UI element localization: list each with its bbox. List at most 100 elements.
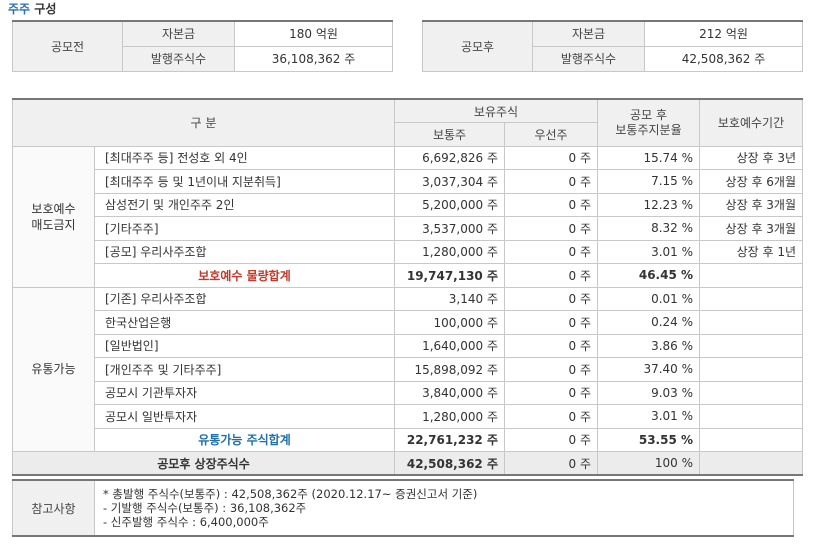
subtotal-lockup-common: 19,747,130 주	[394, 263, 505, 288]
row-ratio: 15.74 %	[597, 145, 701, 170]
shareholder-table: 구 분 보유주식 공모 후 보통주지분율 보호예수기간 보통주 우선주 보호예수…	[12, 98, 804, 476]
section-title-part2: 구성	[34, 2, 57, 16]
header-ratio-line2: 보통주지분율	[615, 122, 682, 137]
row-preferred: 0 주	[503, 310, 599, 335]
group-label-lockup-line2: 매도금지	[31, 217, 76, 232]
capital-before-value-shares: 36,108,362 주	[234, 45, 393, 72]
row-common: 5,200,000 주	[394, 192, 505, 217]
group-label-tradable-line1: 유통가능	[31, 362, 76, 377]
capital-after-value-shares: 42,508,362 주	[644, 45, 803, 72]
capital-before-label-capital: 자본금	[122, 20, 235, 47]
notes-header: 참고사항	[12, 479, 95, 537]
subtotal-tradable-name: 유통가능 주식합계	[94, 427, 395, 452]
row-name: 한국산업은행	[94, 310, 395, 335]
subtotal-row: 유통가능 주식합계 22,761,232 주 0 주 53.55 %	[13, 427, 804, 452]
row-ratio: 7.15 %	[597, 169, 701, 194]
row-common: 3,537,000 주	[394, 216, 505, 241]
capital-before-value-capital: 180 억원	[234, 20, 393, 47]
row-preferred: 0 주	[503, 169, 599, 194]
subtotal-tradable-preferred: 0 주	[503, 427, 599, 452]
row-lockup	[699, 333, 804, 358]
row-name: [기타주주]	[94, 216, 395, 241]
header-lockup: 보호예수기간	[699, 98, 804, 147]
total-row: 공모후 상장주식수 42,508,362 주 0 주 100 %	[12, 451, 804, 476]
row-ratio: 9.03 %	[597, 380, 701, 405]
row-preferred: 0 주	[503, 357, 599, 382]
row-ratio: 0.24 %	[597, 310, 701, 335]
group-label-lockup: 보호예수 매도금지	[12, 145, 95, 288]
subtotal-lockup-ratio: 46.45 %	[597, 263, 701, 288]
table-row: [기타주주] 3,537,000 주 0 주 8.32 % 상장 후 3개월	[13, 216, 804, 241]
capital-after-header: 공모후	[422, 20, 533, 72]
notes-content: * 총발행 주식수(보통주) : 42,508,362주 (2020.12.17…	[94, 479, 794, 537]
row-ratio: 0.01 %	[597, 286, 701, 311]
notes-line: - 신주발행 주식수 : 6,400,000주	[103, 515, 269, 529]
table-row: [최대주주 등 및 1년이내 지분취득] 3,037,304 주 0 주 7.1…	[13, 169, 804, 194]
total-ratio: 100 %	[597, 451, 701, 476]
row-common: 15,898,092 주	[394, 357, 505, 382]
notes-line: - 기발행 주식수(보통주) : 36,108,362주	[103, 501, 307, 515]
capital-before-label-shares: 발행주식수	[122, 45, 235, 72]
row-preferred: 0 주	[503, 380, 599, 405]
row-name: [개인주주 및 기타주주]	[94, 357, 395, 382]
capital-before-header: 공모전	[12, 20, 123, 72]
capital-after-table: 공모후 자본금 212 억원 발행주식수 42,508,362 주	[422, 20, 803, 72]
capital-before-table: 공모전 자본금 180 억원 발행주식수 36,108,362 주	[12, 20, 393, 72]
row-lockup: 상장 후 3개월	[699, 192, 804, 217]
row-name: 삼성전기 및 개인주주 2인	[94, 192, 395, 217]
row-name: [최대주주 등] 전성호 외 4인	[94, 145, 395, 170]
row-lockup	[699, 310, 804, 335]
section-title: 주주 구성	[8, 0, 56, 18]
header-category: 구 분	[12, 98, 395, 147]
row-common: 3,037,304 주	[394, 169, 505, 194]
total-lockup	[699, 451, 804, 476]
table-row: 한국산업은행 100,000 주 0 주 0.24 %	[13, 310, 804, 335]
row-preferred: 0 주	[503, 333, 599, 358]
total-preferred: 0 주	[503, 451, 599, 476]
subtotal-tradable-common: 22,761,232 주	[394, 427, 505, 452]
table-row: 공모시 일반투자자 1,280,000 주 0 주 3.01 %	[13, 404, 804, 429]
table-row: 보호예수 매도금지 [최대주주 등] 전성호 외 4인 6,692,826 주 …	[12, 145, 804, 288]
subtotal-tradable-ratio: 53.55 %	[597, 427, 701, 452]
table-row: [일반법인] 1,640,000 주 0 주 3.86 %	[13, 333, 804, 358]
row-ratio: 3.01 %	[597, 404, 701, 429]
row-common: 6,692,826 주	[394, 145, 505, 170]
row-lockup: 상장 후 6개월	[699, 169, 804, 194]
row-common: 1,280,000 주	[394, 239, 505, 264]
row-lockup	[699, 286, 804, 311]
table-row: [개인주주 및 기타주주] 15,898,092 주 0 주 37.40 %	[13, 357, 804, 382]
row-common: 1,640,000 주	[394, 333, 505, 358]
table-row: 유통가능 [기존] 우리사주조합 3,140 주 0 주 0.01 %	[12, 286, 804, 452]
subtotal-lockup-preferred: 0 주	[503, 263, 599, 288]
notes-line: * 총발행 주식수(보통주) : 42,508,362주 (2020.12.17…	[103, 487, 478, 501]
row-preferred: 0 주	[503, 286, 599, 311]
row-ratio: 8.32 %	[597, 216, 701, 241]
table-row: 삼성전기 및 개인주주 2인 5,200,000 주 0 주 12.23 % 상…	[13, 192, 804, 217]
row-preferred: 0 주	[503, 192, 599, 217]
row-preferred: 0 주	[503, 239, 599, 264]
row-lockup: 상장 후 3년	[699, 145, 804, 170]
subtotal-lockup-name: 보호예수 물량합계	[94, 263, 395, 288]
group-label-lockup-line1: 보호예수	[31, 201, 76, 216]
row-name: [공모] 우리사주조합	[94, 239, 395, 264]
row-preferred: 0 주	[503, 216, 599, 241]
row-ratio: 12.23 %	[597, 192, 701, 217]
table-row: [공모] 우리사주조합 1,280,000 주 0 주 3.01 % 상장 후 …	[13, 239, 804, 264]
header-holdings: 보유주식	[393, 98, 599, 123]
table-row: 공모시 기관투자자 3,840,000 주 0 주 9.03 %	[13, 380, 804, 405]
group-label-tradable: 유통가능	[12, 286, 95, 452]
row-name: [기존] 우리사주조합	[94, 286, 395, 311]
row-lockup: 상장 후 1년	[699, 239, 804, 264]
row-preferred: 0 주	[503, 404, 599, 429]
header-common: 보통주	[394, 122, 505, 147]
row-ratio: 37.40 %	[597, 357, 701, 382]
capital-after-value-capital: 212 억원	[644, 20, 803, 47]
row-name: [최대주주 등 및 1년이내 지분취득]	[94, 169, 395, 194]
header-ratio-line1: 공모 후	[630, 107, 667, 122]
subtotal-lockup-lockup	[699, 263, 804, 288]
row-ratio: 3.01 %	[597, 239, 701, 264]
row-name: 공모시 기관투자자	[94, 380, 395, 405]
subtotal-tradable-lockup	[699, 427, 804, 452]
row-lockup: 상장 후 3개월	[699, 216, 804, 241]
total-common: 42,508,362 주	[394, 451, 505, 476]
